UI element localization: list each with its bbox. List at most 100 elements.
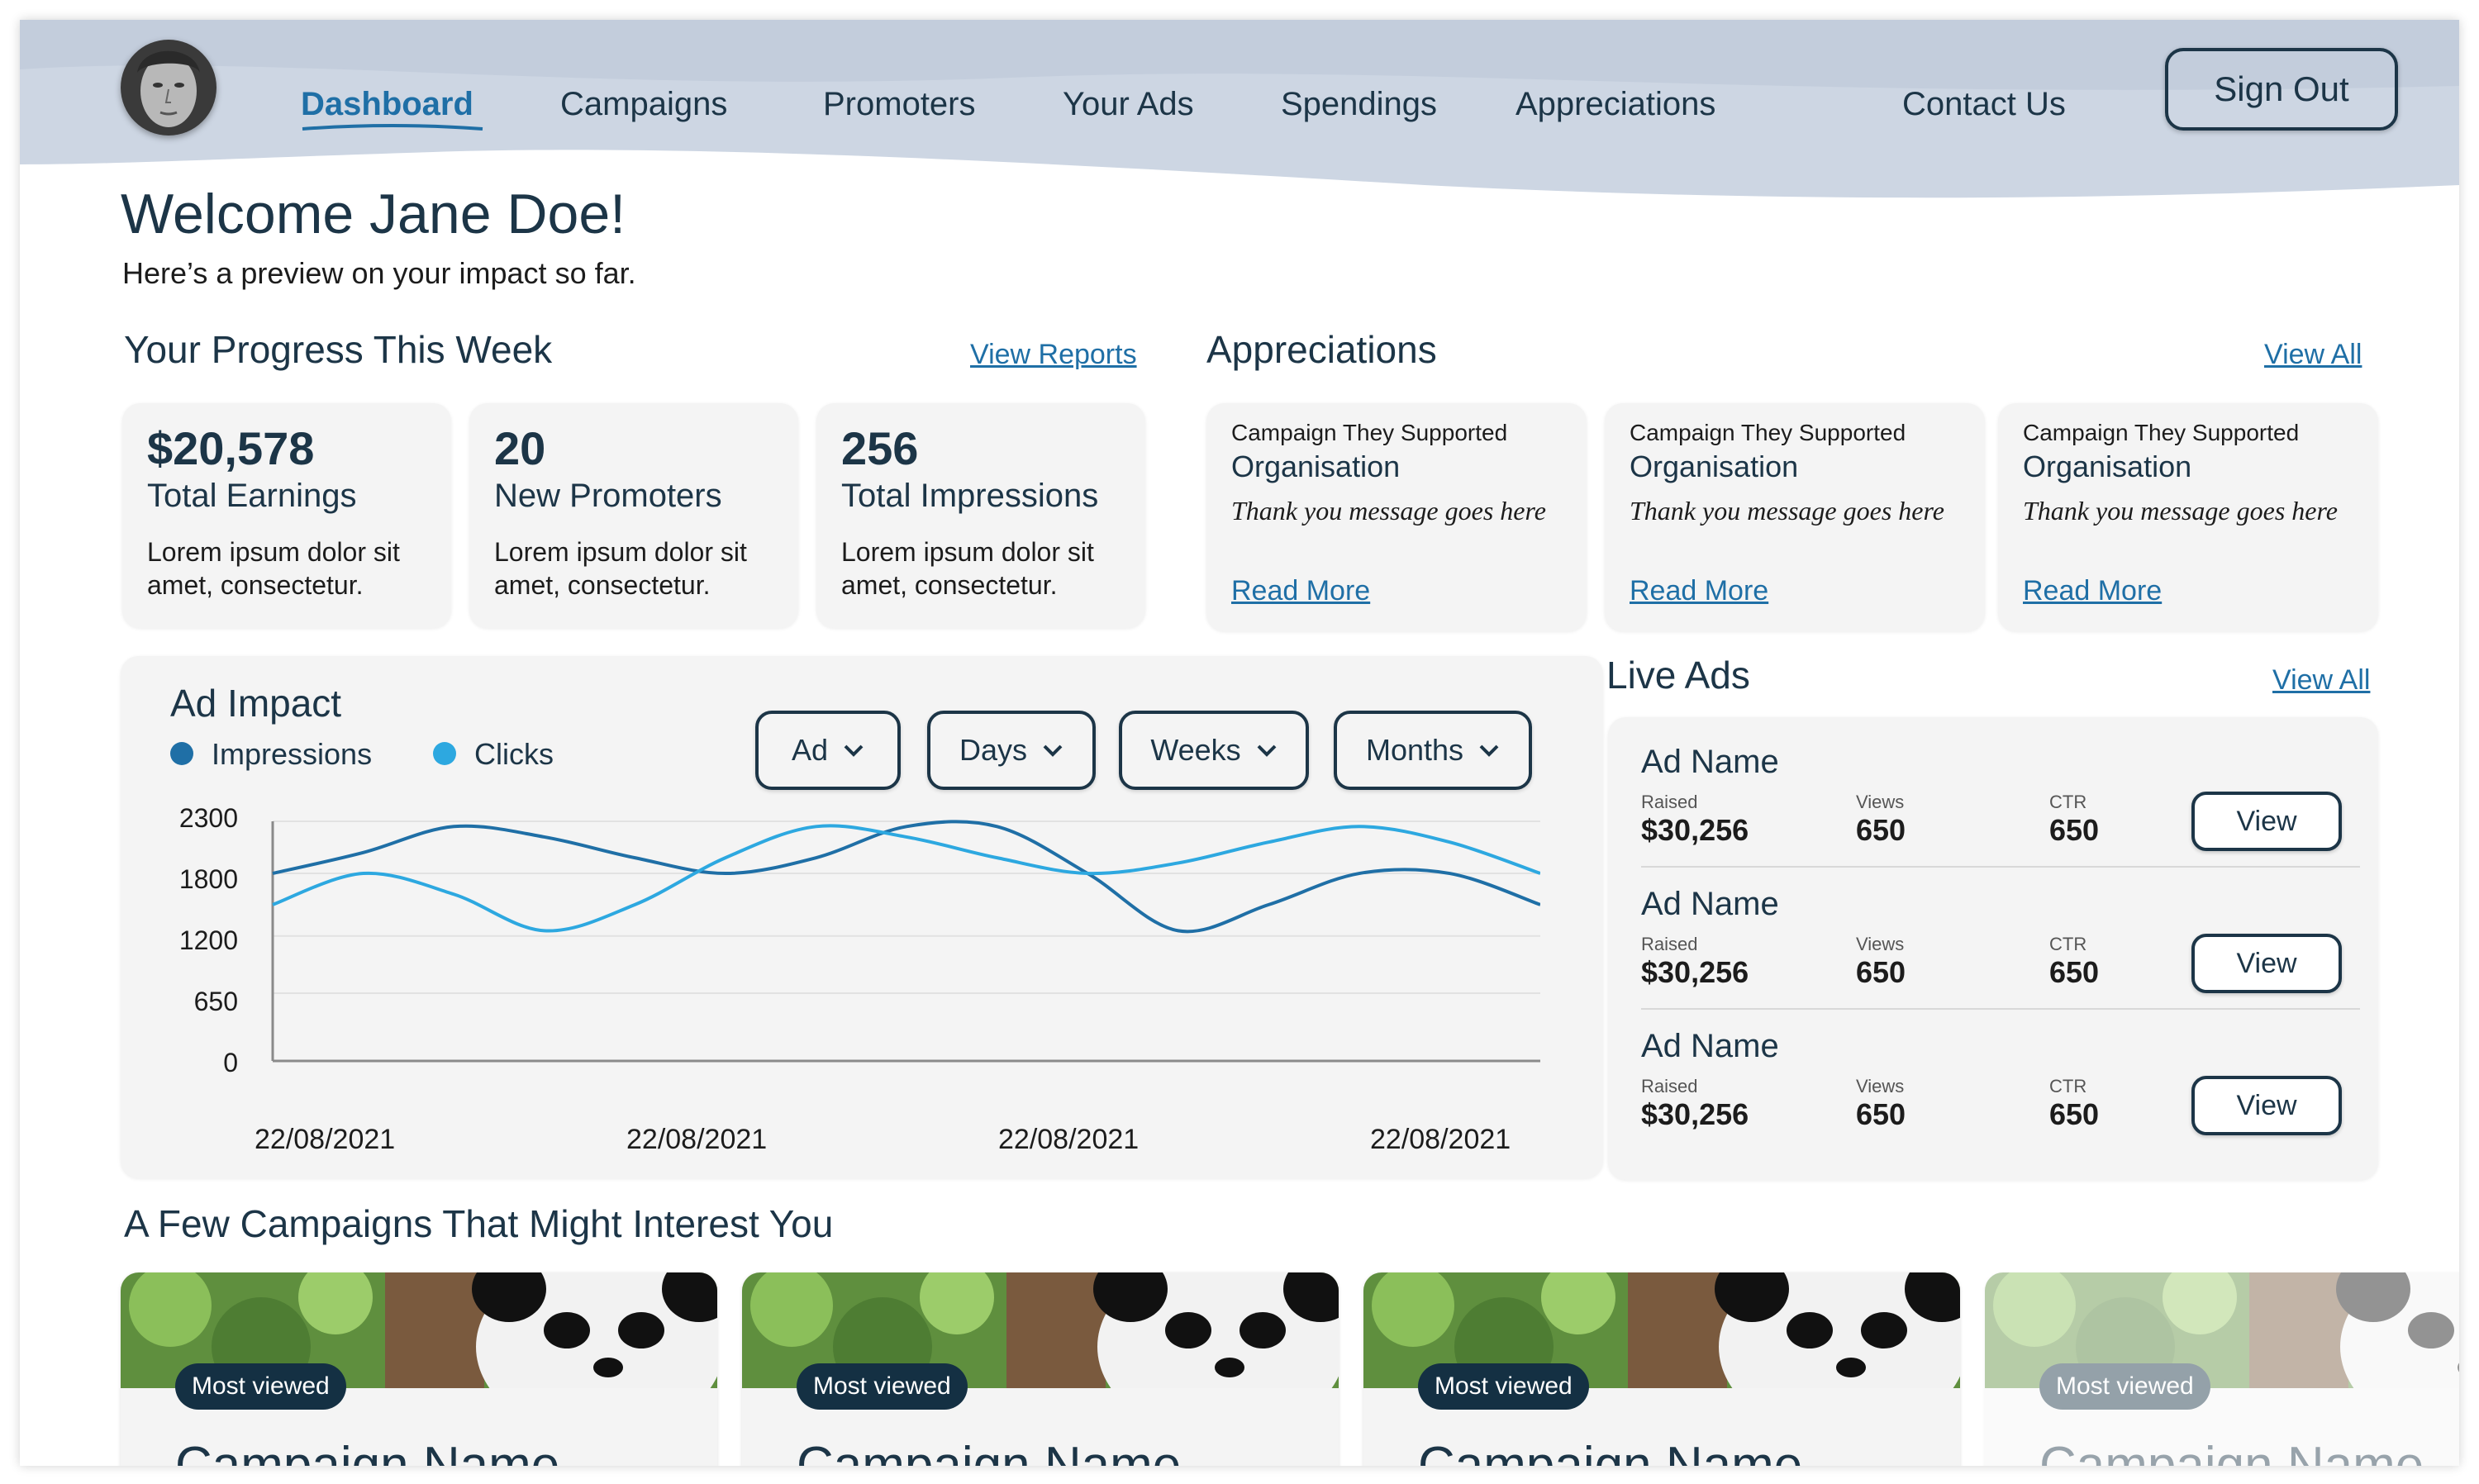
raised-value: $30,256	[1641, 813, 1749, 847]
legend-clicks-label: Clicks	[474, 737, 554, 771]
campaign-card[interactable]: Most viewed Campaign Name	[1985, 1272, 2459, 1466]
nav-appreciations[interactable]: Appreciations	[1515, 86, 1715, 123]
ad-impact-title: Ad Impact	[170, 682, 342, 725]
raised-label: Raised	[1641, 1076, 1698, 1096]
appreciation-card: Campaign They Supported Organisation Tha…	[1605, 403, 1985, 631]
ctr-label: CTR	[2049, 934, 2087, 954]
appreciation-message: Thank you message goes here	[1231, 496, 1546, 526]
views-value: 650	[1856, 1097, 1906, 1131]
live-ads-view-all-link[interactable]: View All	[2272, 664, 2370, 697]
stat-value: 256	[841, 422, 919, 474]
nav-promoters[interactable]: Promoters	[823, 86, 976, 123]
raised-label: Raised	[1641, 934, 1698, 954]
legend-clicks-dot	[433, 742, 456, 765]
nav-your-ads[interactable]: Your Ads	[1063, 86, 1194, 123]
x-tick-label: 22/08/2021	[255, 1124, 396, 1155]
campaign-card[interactable]: Most viewed Campaign Name	[742, 1272, 1339, 1466]
read-more-link[interactable]: Read More	[1231, 575, 1370, 607]
nav-spendings[interactable]: Spendings	[1281, 86, 1437, 123]
chart-series	[272, 820, 1540, 934]
stat-card-promoters: 20 New Promoters Lorem ipsum dolor sit a…	[469, 403, 798, 628]
progress-title: Your Progress This Week	[124, 328, 553, 371]
view-ad-button[interactable]: View	[2191, 792, 2342, 851]
most-viewed-badge: Most viewed	[175, 1363, 346, 1410]
appreciation-message: Thank you message goes here	[2023, 496, 2338, 526]
dropdown-label: Days	[959, 733, 1028, 767]
stat-value: 20	[494, 422, 546, 474]
y-tick-label: 0	[223, 1048, 238, 1077]
appreciation-organisation: Organisation	[1231, 449, 1401, 483]
dropdown-label: Ad	[791, 733, 829, 767]
x-tick-label: 22/08/2021	[1370, 1124, 1511, 1155]
appreciations-view-all-link[interactable]: View All	[2264, 339, 2362, 371]
view-ad-button[interactable]: View	[2191, 1076, 2342, 1135]
views-value: 650	[1856, 813, 1906, 847]
campaign-name: Campaign Name	[2039, 1437, 2424, 1466]
chevron-down-icon	[1257, 744, 1277, 757]
stat-description: Lorem ipsum dolor sit amet, consectetur.	[147, 537, 400, 600]
views-label: Views	[1856, 1076, 1905, 1096]
most-viewed-badge: Most viewed	[797, 1363, 968, 1410]
chevron-down-icon	[1479, 744, 1499, 757]
ad-name: Ad Name	[1641, 1028, 1779, 1064]
nav-campaigns[interactable]: Campaigns	[560, 86, 727, 123]
view-ad-button[interactable]: View	[2191, 934, 2342, 993]
appreciation-card: Campaign They Supported Organisation Tha…	[1998, 403, 2378, 631]
page-title: Welcome Jane Doe!	[121, 183, 626, 245]
campaigns-title: A Few Campaigns That Might Interest You	[124, 1202, 834, 1245]
ad-name: Ad Name	[1641, 744, 1779, 780]
campaign-card[interactable]: Most viewed Campaign Name	[1363, 1272, 1960, 1466]
legend-impressions-dot	[170, 742, 193, 765]
appreciations-title: Appreciations	[1206, 328, 1437, 371]
stat-value: $20,578	[147, 422, 315, 474]
appreciation-organisation: Organisation	[1630, 449, 1799, 483]
campaign-name: Campaign Name	[175, 1437, 560, 1466]
stat-card-impressions: 256 Total Impressions Lorem ipsum dolor …	[816, 403, 1145, 628]
chart-grid	[273, 820, 1540, 995]
raised-value: $30,256	[1641, 1097, 1749, 1131]
dropdown-label: Months	[1365, 733, 1464, 767]
page-subtitle: Here’s a preview on your impact so far.	[122, 256, 636, 290]
stat-description: Lorem ipsum dolor sit amet, consectetur.	[841, 537, 1094, 600]
appreciation-message: Thank you message goes here	[1630, 496, 1944, 526]
nav-active-underline	[302, 124, 483, 131]
campaign-name: Campaign Name	[797, 1437, 1182, 1466]
nav-dashboard[interactable]: Dashboard	[301, 86, 473, 123]
sign-out-button[interactable]: Sign Out	[2165, 48, 2398, 131]
y-tick-label: 2300	[178, 803, 238, 833]
months-dropdown[interactable]: Months	[1334, 711, 1532, 790]
ctr-value: 650	[2049, 1097, 2100, 1131]
live-ads-title: Live Ads	[1606, 654, 1750, 697]
read-more-link[interactable]: Read More	[1630, 575, 1768, 607]
campaign-card[interactable]: Most viewed Campaign Name	[121, 1272, 717, 1466]
chevron-down-icon	[1043, 744, 1063, 757]
stat-label: Total Impressions	[841, 478, 1099, 514]
y-tick-label: 1800	[178, 864, 238, 894]
view-reports-link[interactable]: View Reports	[970, 339, 1137, 371]
read-more-link[interactable]: Read More	[2023, 575, 2162, 607]
dropdown-label: Weeks	[1150, 733, 1241, 767]
appreciation-card: Campaign They Supported Organisation Tha…	[1206, 403, 1587, 631]
row-divider	[1641, 866, 2360, 868]
raised-label: Raised	[1641, 792, 1698, 812]
stat-label: New Promoters	[494, 478, 722, 514]
avatar[interactable]	[121, 40, 216, 136]
ad-impact-chart	[271, 820, 1540, 1063]
appreciation-campaign: Campaign They Supported	[1231, 420, 1508, 445]
raised-value: $30,256	[1641, 955, 1749, 989]
ad-dropdown[interactable]: Ad	[755, 711, 901, 790]
views-label: Views	[1856, 792, 1905, 812]
stat-description: Lorem ipsum dolor sit amet, consectetur.	[494, 537, 747, 600]
series-line-clicks	[272, 824, 1540, 933]
y-tick-label: 650	[193, 987, 238, 1016]
campaign-name: Campaign Name	[1418, 1437, 1803, 1466]
weeks-dropdown[interactable]: Weeks	[1119, 711, 1309, 790]
y-tick-label: 1200	[178, 925, 238, 955]
appreciation-campaign: Campaign They Supported	[1630, 420, 1906, 445]
appreciation-organisation: Organisation	[2023, 449, 2192, 483]
views-label: Views	[1856, 934, 1905, 954]
app-window: Dashboard Campaigns Promoters Your Ads S…	[20, 20, 2459, 1466]
x-tick-label: 22/08/2021	[626, 1124, 768, 1155]
days-dropdown[interactable]: Days	[927, 711, 1096, 790]
nav-contact-us[interactable]: Contact Us	[1902, 86, 2066, 123]
